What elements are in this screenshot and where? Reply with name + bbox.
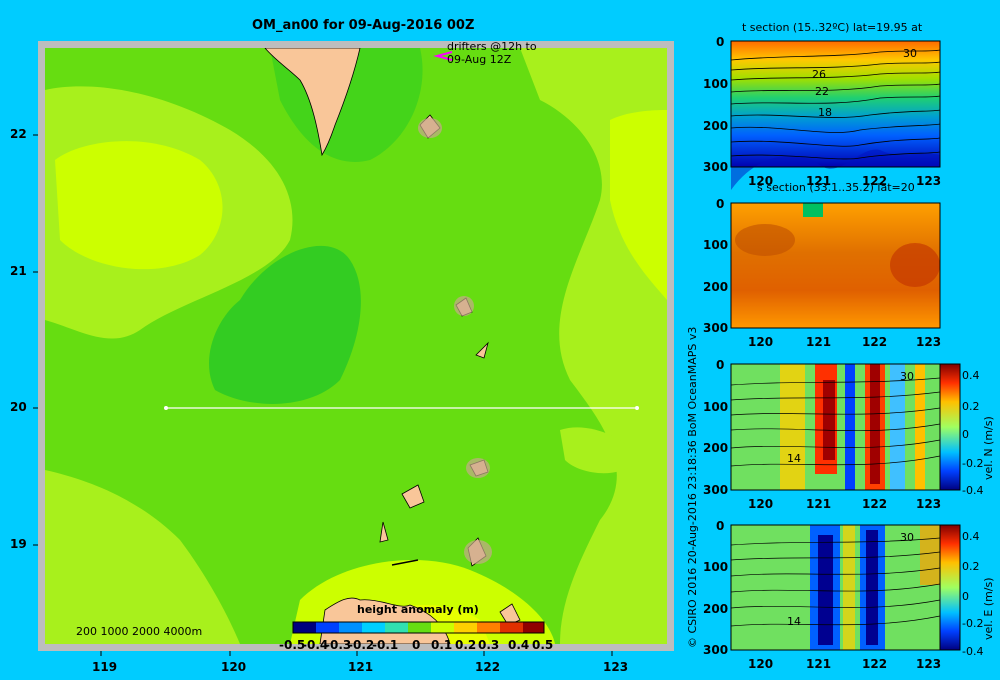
t-contour-label: 26 (812, 68, 826, 81)
s-section-max-1 (735, 224, 795, 256)
p4-y-tick: 300 (703, 643, 729, 657)
ve-cb-tick: -0.2 (962, 617, 984, 630)
vn-colorbar (939, 363, 961, 491)
vn-cb-tick: 0 (962, 428, 969, 441)
p3-y-tick: 300 (703, 483, 729, 497)
p1-x-tick: 123 (916, 174, 942, 188)
ve-cb-tick: 0.4 (962, 530, 980, 543)
p1-x-tick: 122 (862, 174, 888, 188)
section-panels (730, 40, 961, 651)
vn-cb-tick: -0.2 (962, 457, 984, 470)
vn-band (823, 380, 835, 460)
p1-y-tick: 200 (703, 119, 729, 133)
t-contour-label: 22 (815, 85, 829, 98)
p2-x-tick: 122 (862, 335, 888, 349)
p1-x-tick: 120 (748, 174, 774, 188)
p3-y-tick: 200 (703, 441, 729, 455)
p4-y-tick: 0 (716, 519, 725, 533)
vn-band (845, 364, 855, 490)
ve-contour-label: 30 (900, 531, 914, 544)
vn-cb-tick: -0.4 (962, 484, 984, 497)
t-section-title: t section (15..32ºC) lat=19.95 at (742, 21, 923, 34)
ve-cb-tick: -0.4 (962, 645, 984, 658)
p3-y-tick: 100 (703, 400, 729, 414)
vn-contour-label: 14 (787, 452, 801, 465)
p1-y-tick: 300 (703, 160, 729, 174)
p4-x-tick: 122 (862, 657, 888, 671)
p4-x-tick: 123 (916, 657, 942, 671)
ve-band (843, 525, 855, 650)
p3-x-tick: 123 (916, 497, 942, 511)
s-section-fresh-patch (803, 203, 823, 217)
ve-contour-label: 14 (787, 615, 801, 628)
p2-y-tick: 300 (703, 321, 729, 335)
p3-x-tick: 120 (748, 497, 774, 511)
t-contour-label: 30 (903, 47, 917, 60)
p2-x-tick: 120 (748, 335, 774, 349)
ve-band (818, 535, 833, 645)
ve-cb-tick: 0.2 (962, 560, 980, 573)
ve-cb-tick: 0 (962, 590, 969, 603)
t-contour-label: 18 (818, 106, 832, 119)
s-section-title: s section (33.1..35.2) lat=20 (757, 181, 915, 194)
p2-x-tick: 123 (916, 335, 942, 349)
p2-y-tick: 200 (703, 280, 729, 294)
p4-x-tick: 121 (806, 657, 832, 671)
p4-y-tick: 100 (703, 560, 729, 574)
p4-y-tick: 200 (703, 602, 729, 616)
vn-band (870, 364, 880, 484)
ve-band (866, 530, 878, 645)
p3-y-tick: 0 (716, 358, 725, 372)
p1-x-tick: 121 (806, 174, 832, 188)
p2-y-tick: 100 (703, 238, 729, 252)
p2-x-tick: 121 (806, 335, 832, 349)
vn-cb-tick: 0.2 (962, 400, 980, 413)
p3-x-tick: 121 (806, 497, 832, 511)
ve-band (920, 525, 940, 585)
s-section-max-2 (890, 243, 940, 287)
p3-x-tick: 122 (862, 497, 888, 511)
p1-y-tick: 0 (716, 35, 725, 49)
p1-y-tick: 100 (703, 77, 729, 91)
vn-cb-tick: 0.4 (962, 369, 980, 382)
p4-x-tick: 120 (748, 657, 774, 671)
ve-colorbar-label: vel. E (m/s) (982, 577, 995, 640)
p2-y-tick: 0 (716, 197, 725, 211)
ve-colorbar (939, 524, 961, 651)
vn-contour-label: 30 (900, 370, 914, 383)
vn-colorbar-label: vel. N (m/s) (982, 416, 995, 480)
